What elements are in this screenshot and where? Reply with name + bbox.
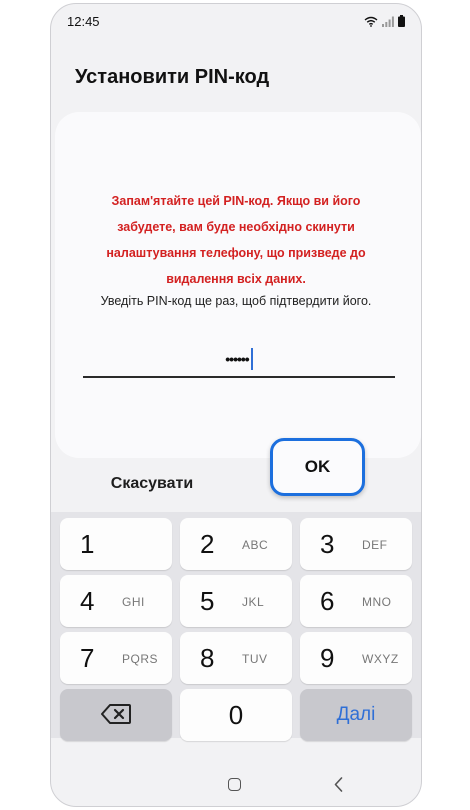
backspace-icon [101,704,131,724]
pin-dots: •••••• [225,351,249,367]
key-5[interactable]: 5 JKL [180,575,292,627]
page-title: Установити PIN-код [75,66,270,88]
status-bar: 12:45 [51,4,421,38]
key-digit: 8 [200,643,215,673]
key-digit: 2 [200,529,215,559]
key-1[interactable]: 1 [60,518,172,570]
next-key-label: Далі [336,704,376,725]
key-digit: 7 [80,643,95,673]
key-9[interactable]: 9 WXYZ [300,632,412,684]
key-digit: 1 [80,529,95,559]
key-0[interactable]: 0 [180,689,292,741]
next-key[interactable]: Далі [300,689,412,741]
back-icon[interactable] [334,777,343,792]
key-digit: 6 [320,586,335,616]
signal-icon [382,16,394,27]
status-time: 12:45 [67,13,100,29]
key-letters: ABC [242,538,269,552]
key-2[interactable]: 2 ABC [180,518,292,570]
backspace-key[interactable] [60,689,172,741]
key-letters: TUV [242,652,268,666]
status-icons [364,15,405,27]
battery-icon [398,15,405,27]
key-letters: MNO [362,595,392,609]
text-cursor [250,348,253,370]
key-digit: 4 [80,586,95,616]
pin-input[interactable]: •••••• [83,342,395,378]
ok-button[interactable]: OK [270,438,365,496]
confirm-hint: Уведіть PIN-код ще раз, щоб підтвердити … [100,294,372,308]
key-digit: 9 [320,643,335,673]
key-3[interactable]: 3 DEF [300,518,412,570]
wifi-icon [364,16,378,27]
key-6[interactable]: 6 MNO [300,575,412,627]
key-digit: 3 [320,529,335,559]
key-letters: JKL [242,595,265,609]
home-icon[interactable] [228,778,241,791]
key-letters: PQRS [122,652,159,666]
cancel-button[interactable]: Скасувати [87,466,217,502]
key-digit: 5 [200,586,215,616]
key-digit: 0 [228,700,244,730]
key-4[interactable]: 4 GHI [60,575,172,627]
warning-text: Запам'ятайте цей PIN-код. Якщо ви його з… [106,194,366,286]
navigation-bar [51,756,421,806]
key-letters: DEF [362,538,388,552]
key-8[interactable]: 8 TUV [180,632,292,684]
key-7[interactable]: 7 PQRS [60,632,172,684]
key-letters: WXYZ [362,652,399,666]
numeric-keypad: 1 2 ABC 3 DEF 4 GHI 5 JKL 6 MNO 7 PQRS 8… [51,512,421,741]
phone-screen: 12:45 Установити PIN-код Запам'ятайте це… [50,3,422,807]
key-letters: GHI [122,595,145,609]
